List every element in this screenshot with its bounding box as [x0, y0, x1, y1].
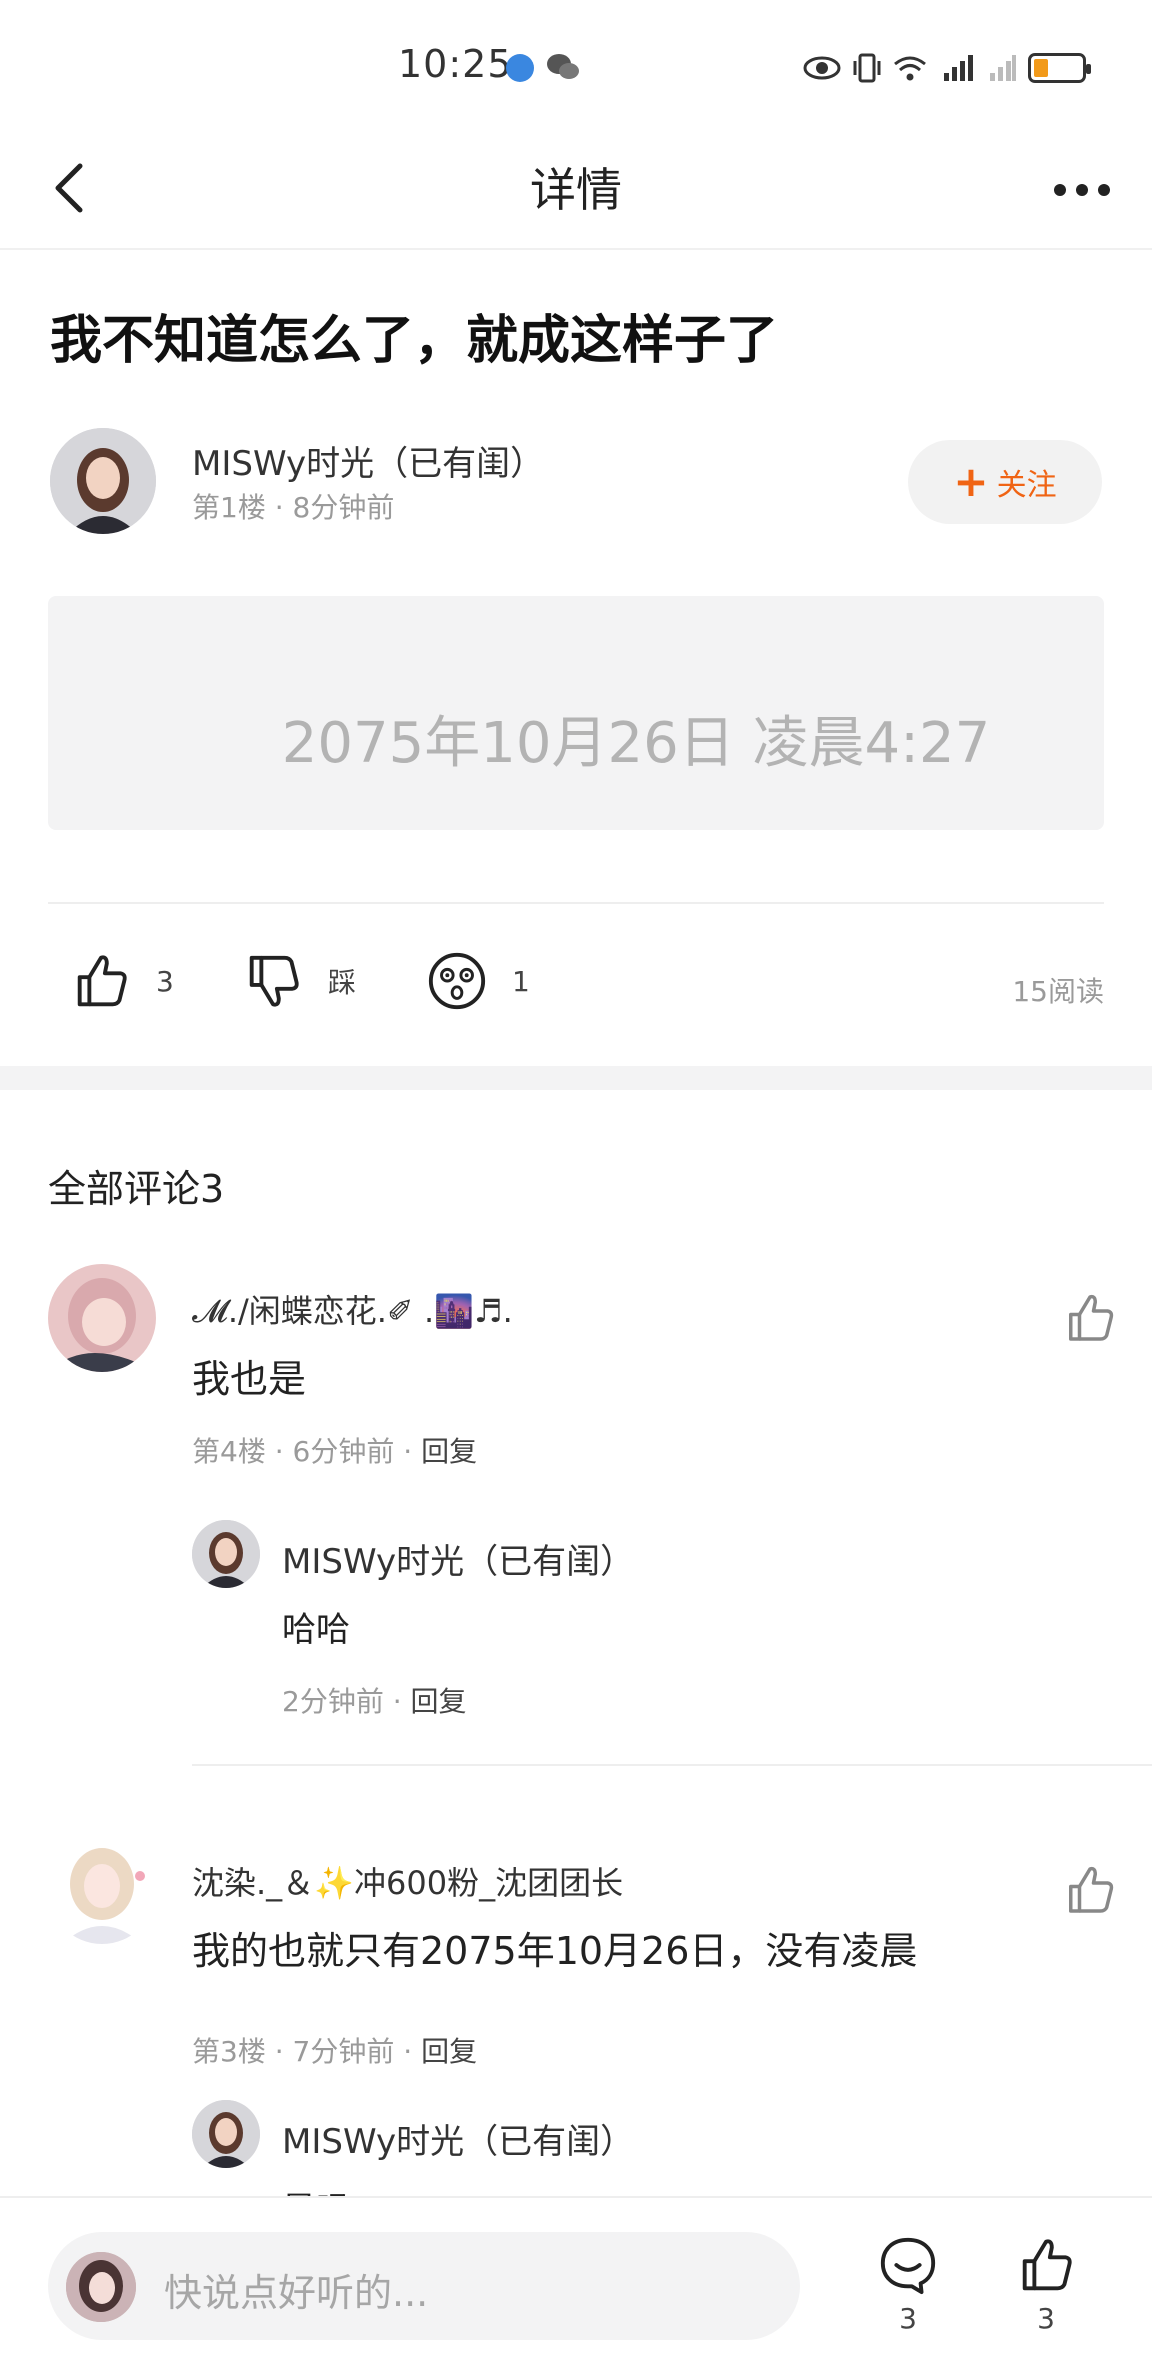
- commenter-avatar[interactable]: [48, 1836, 156, 1944]
- reply-avatar[interactable]: [192, 2100, 260, 2168]
- commenter-avatar[interactable]: [48, 1264, 156, 1372]
- dislike-label: 踩: [328, 966, 357, 999]
- post-content-box: 2075年10月26日 凌晨4:27: [48, 596, 1104, 830]
- emoji-count: 1: [512, 964, 530, 998]
- comment-floor: 第3楼: [192, 2035, 266, 2068]
- reply-time: 2分钟前: [282, 1685, 384, 1718]
- more-icon[interactable]: [1042, 160, 1122, 220]
- thumb-up-icon: [1022, 2239, 1072, 2291]
- comment-like-icon[interactable]: [1062, 1862, 1118, 1918]
- commenter-name[interactable]: 沈染._＆✨冲600粉_沈团团长: [192, 1858, 623, 1904]
- thumb-up-icon: [77, 955, 127, 1007]
- comment-item: 沈染._＆✨冲600粉_沈团团长 我的也就只有2075年10月26日，没有凌晨 …: [48, 1836, 1152, 2196]
- status-time: 10:25: [398, 42, 513, 86]
- commenter-name[interactable]: 𝓜./闲蝶恋花.✐ .🌆♬.: [192, 1286, 513, 1332]
- reply-item: MISWy时光（已有闺） 是吗: [192, 2100, 1152, 2196]
- reply-avatar[interactable]: [192, 1520, 260, 1588]
- comment-input[interactable]: 快说点好听的...: [48, 2232, 800, 2340]
- signal-2-icon: [990, 55, 1016, 81]
- author-row: MISWy时光（已有闺） 第1楼 · 8分钟前 + 关注: [50, 428, 1102, 538]
- bottom-like-button[interactable]: 3: [1006, 2234, 1086, 2335]
- signal-icon: [944, 55, 973, 81]
- section-separator: [0, 1066, 1152, 1090]
- follow-button[interactable]: + 关注: [908, 440, 1102, 524]
- comments-button[interactable]: 3: [868, 2234, 948, 2335]
- comment-count: 3: [899, 2302, 917, 2335]
- emoji-reaction-button[interactable]: 1: [426, 950, 530, 1012]
- author-name[interactable]: MISWy时光（已有闺）: [192, 436, 544, 485]
- comment-time: 7分钟前: [292, 2035, 395, 2068]
- reply-item: MISWy时光（已有闺） 哈哈 2分钟前 · 回复: [192, 1520, 1152, 1730]
- reply-text: 是吗: [282, 2182, 350, 2196]
- follow-label: 关注: [996, 468, 1057, 503]
- app-notification-icon: [506, 54, 534, 82]
- comment-divider: [192, 1764, 1152, 1766]
- comment-meta: 第3楼 · 7分钟前 · 回复: [192, 2035, 478, 2068]
- like-count: 3: [156, 964, 174, 998]
- status-icons: [802, 46, 1091, 90]
- bottom-like-count: 3: [1037, 2302, 1055, 2335]
- dislike-button[interactable]: 踩: [242, 950, 356, 1012]
- reply-author-name[interactable]: MISWy时光（已有闺）: [282, 2114, 634, 2163]
- bottom-bar: 快说点好听的... 3 3: [0, 2196, 1152, 2376]
- comment-item: 𝓜./闲蝶恋花.✐ .🌆♬. 我也是 第4楼 · 6分钟前 · 回复 MISWy…: [48, 1264, 1152, 1764]
- post-title: 我不知道怎么了，就成这样子了: [50, 311, 779, 371]
- author-avatar[interactable]: [50, 428, 156, 534]
- status-bar: 10:25: [0, 0, 1152, 130]
- eye-icon: [803, 56, 841, 80]
- thumb-down-icon: [249, 955, 299, 1007]
- reply-link[interactable]: 回复: [421, 2035, 477, 2068]
- read-count: 15阅读: [1012, 975, 1104, 1008]
- wifi-icon: [894, 56, 926, 81]
- comment-text: 我也是: [192, 1357, 307, 1401]
- comment-meta: 第4楼 · 6分钟前 · 回复: [192, 1435, 478, 1468]
- wechat-icon: [547, 54, 579, 79]
- battery-icon: [1028, 53, 1091, 83]
- comment-time: 6分钟前: [292, 1435, 395, 1468]
- post-content-text: 2075年10月26日 凌晨4:27: [281, 711, 991, 776]
- divider: [48, 902, 1104, 904]
- plus-icon: +: [953, 457, 989, 506]
- vibrate-icon: [853, 53, 881, 83]
- reply-text: 哈哈: [282, 1610, 350, 1650]
- reply-author-name[interactable]: MISWy时光（已有闺）: [282, 1534, 634, 1583]
- comments-title: 全部评论3: [48, 1167, 225, 1211]
- dizzy-face-icon: [428, 952, 486, 1010]
- comment-text: 我的也就只有2075年10月26日，没有凌晨: [192, 1929, 918, 1973]
- reply-meta: 2分钟前 · 回复: [282, 1685, 467, 1718]
- reply-link[interactable]: 回复: [421, 1435, 477, 1468]
- post-actions: 3 踩 1 15阅读: [48, 950, 1104, 1020]
- comment-input-placeholder: 快说点好听的...: [164, 2271, 429, 2315]
- comment-like-icon[interactable]: [1062, 1290, 1118, 1346]
- page-title: 详情: [530, 163, 622, 217]
- author-meta: 第1楼 · 8分钟前: [192, 491, 395, 524]
- reply-link[interactable]: 回复: [411, 1685, 467, 1718]
- nav-bar: 详情: [0, 130, 1152, 250]
- like-button[interactable]: 3: [70, 950, 174, 1012]
- comment-floor: 第4楼: [192, 1435, 266, 1468]
- comment-bubble-icon: [880, 2237, 936, 2295]
- my-avatar: [66, 2252, 136, 2322]
